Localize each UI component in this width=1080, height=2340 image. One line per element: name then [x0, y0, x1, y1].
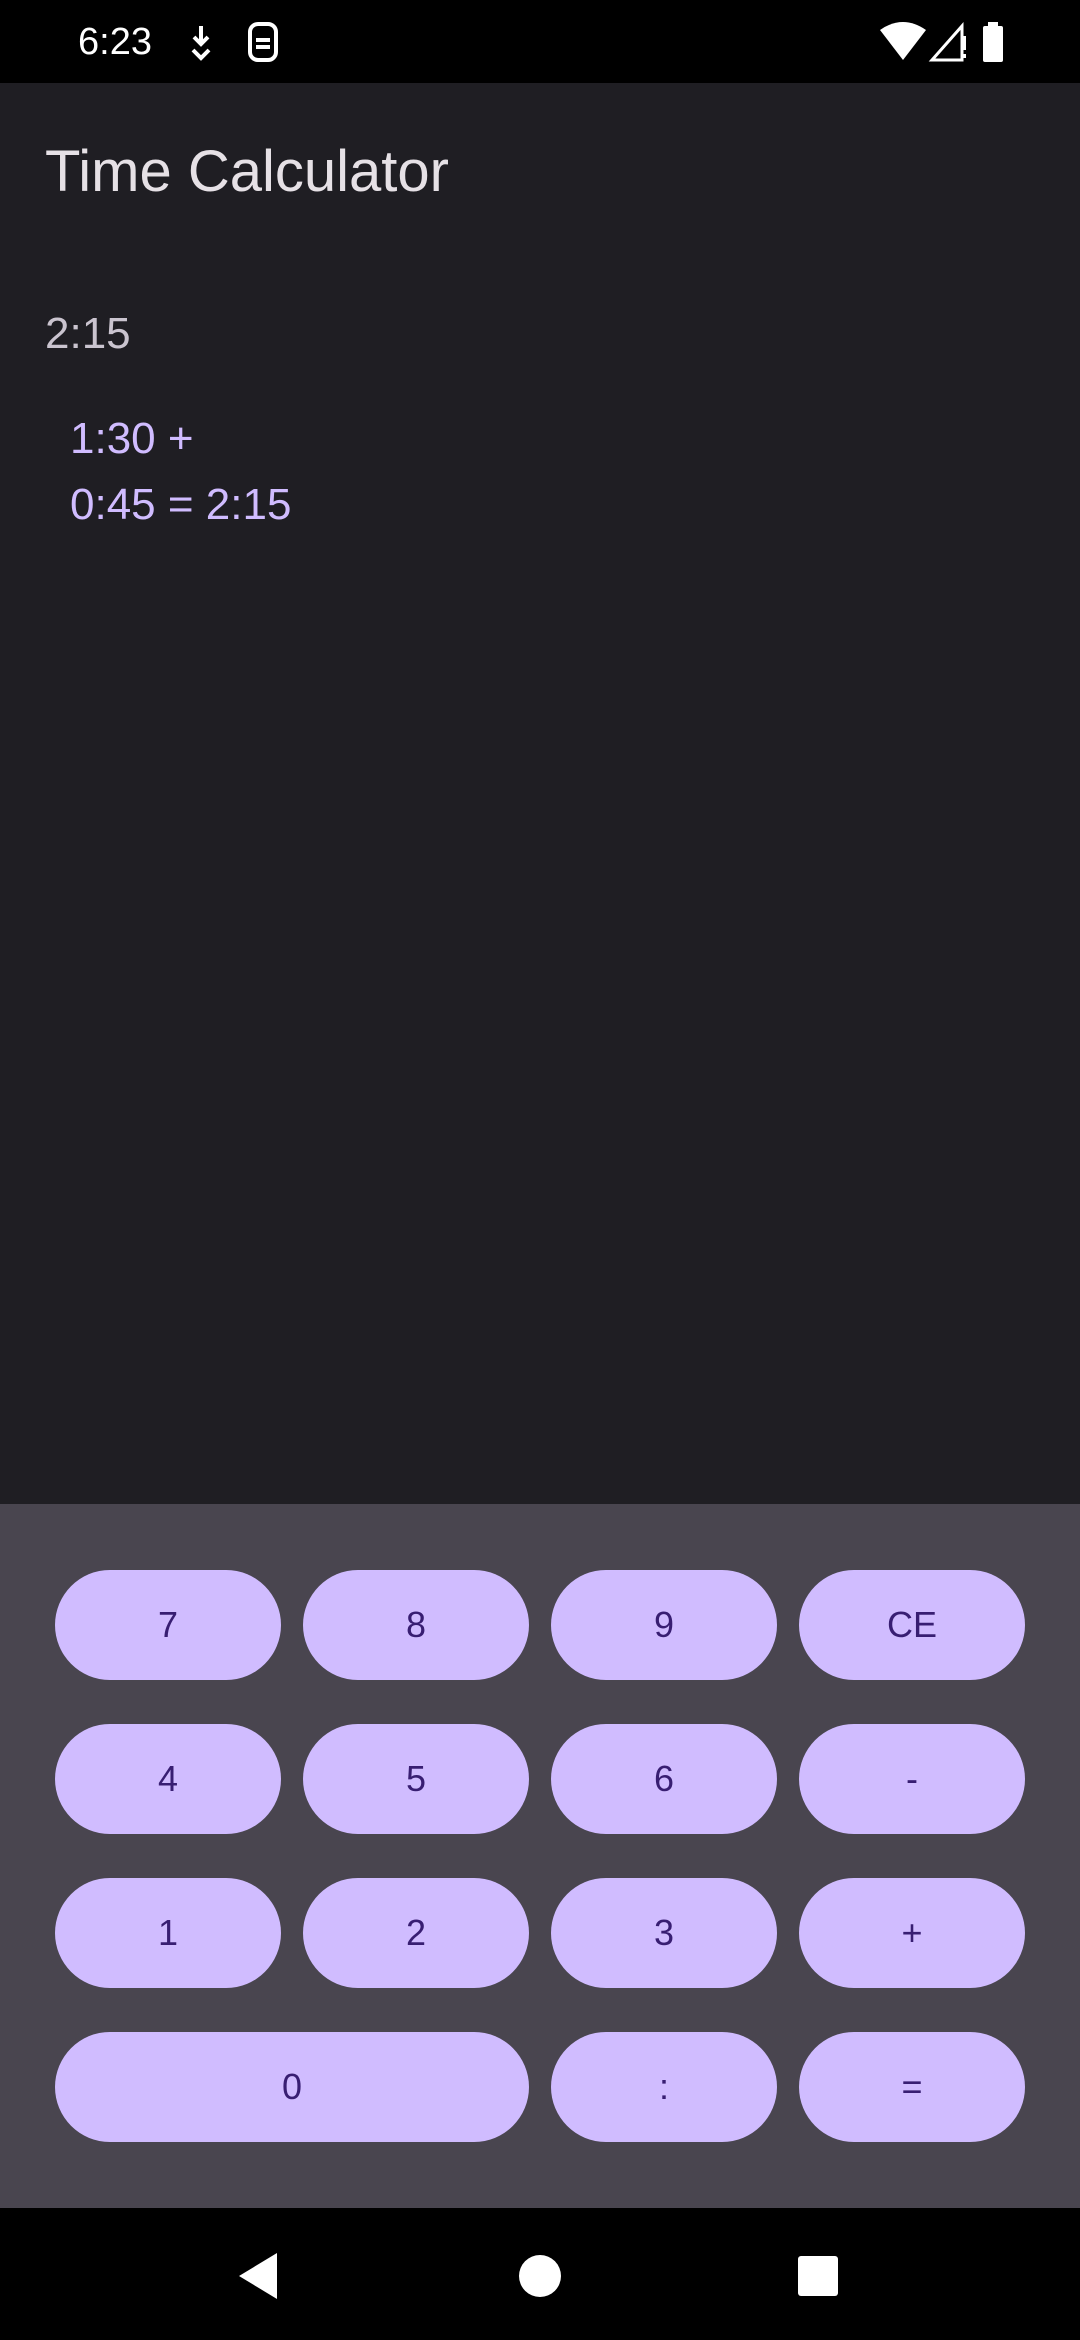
current-time-value: 2:15: [45, 309, 131, 358]
key-5[interactable]: 5: [303, 1724, 529, 1834]
keypad: 7 8 9 CE 4 5 6 - 1 2 3 + 0 : =: [0, 1504, 1080, 2208]
status-time: 6:23: [78, 21, 152, 63]
cell-signal-icon: [928, 20, 968, 64]
app-title: Time Calculator: [45, 139, 449, 204]
key-0[interactable]: 0: [55, 2032, 529, 2142]
history-line: 0:45 = 2:15: [70, 480, 292, 529]
key-2[interactable]: 2: [303, 1878, 529, 1988]
key-7[interactable]: 7: [55, 1570, 281, 1680]
key-8[interactable]: 8: [303, 1570, 529, 1680]
key-minus[interactable]: -: [799, 1724, 1025, 1834]
key-4[interactable]: 4: [55, 1724, 281, 1834]
navigation-bar: [0, 2208, 1080, 2340]
home-icon[interactable]: [508, 2244, 572, 2308]
download-icon: [186, 20, 216, 64]
status-bar: 6:23: [0, 0, 1080, 83]
key-clear-entry[interactable]: CE: [799, 1570, 1025, 1680]
battery-icon: [980, 20, 1006, 64]
wifi-icon: [878, 20, 928, 64]
key-colon[interactable]: :: [551, 2032, 777, 2142]
time-calculator-screen: 6:23 Time Calculator 2:15 1:30 + 0:45 = …: [0, 0, 1080, 2340]
key-equals[interactable]: =: [799, 2032, 1025, 2142]
back-icon[interactable]: [226, 2244, 290, 2308]
history-line: 1:30 +: [70, 414, 194, 463]
recents-icon[interactable]: [786, 2244, 850, 2308]
key-6[interactable]: 6: [551, 1724, 777, 1834]
key-9[interactable]: 9: [551, 1570, 777, 1680]
key-1[interactable]: 1: [55, 1878, 281, 1988]
sim-icon: [246, 20, 280, 64]
calculation-history: 1:30 + 0:45 = 2:15: [70, 406, 291, 538]
key-3[interactable]: 3: [551, 1878, 777, 1988]
key-plus[interactable]: +: [799, 1878, 1025, 1988]
